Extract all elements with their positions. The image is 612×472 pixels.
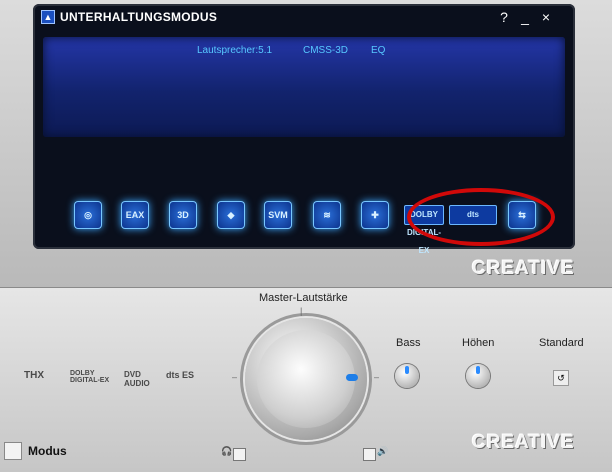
eax-icon[interactable]: EAX bbox=[121, 201, 149, 229]
standard-label: Standard bbox=[539, 337, 584, 349]
speaker-settings-icon[interactable]: ◎ bbox=[74, 201, 102, 229]
bass-label: Bass bbox=[396, 337, 421, 349]
headphone-icon: 🎧 bbox=[221, 446, 233, 456]
dts-es-logo: dts ES bbox=[166, 370, 195, 380]
speaker-icon: 🔊 bbox=[377, 446, 389, 456]
close-button[interactable]: × bbox=[537, 8, 555, 26]
wave-icon[interactable]: ◆ bbox=[217, 201, 245, 229]
info-display: Lautsprecher:5.1 CMSS-3D EQ bbox=[43, 37, 565, 137]
settings-icon[interactable]: ✚ bbox=[361, 201, 389, 229]
eq-icon[interactable]: ≋ bbox=[313, 201, 341, 229]
master-volume-label: Master-Lautstärke bbox=[259, 292, 348, 304]
window-title: UNTERHALTUNGSMODUS bbox=[60, 10, 218, 24]
help-button[interactable]: ? bbox=[495, 8, 513, 26]
svm-icon[interactable]: SVM bbox=[264, 201, 292, 229]
app-icon: ▲ bbox=[41, 10, 55, 24]
volume-tick: | bbox=[300, 306, 303, 316]
eq-status: EQ bbox=[371, 45, 386, 56]
speaker-toggle[interactable] bbox=[363, 448, 376, 461]
title-bar: ▲ UNTERHALTUNGSMODUS ? _ × bbox=[33, 4, 575, 30]
dolby-logo: DOLBY DIGITAL-EX bbox=[70, 370, 110, 384]
cmss-status: CMSS-3D bbox=[303, 45, 349, 56]
control-panel: THX DOLBY DIGITAL-EX DVD AUDIO dts ES Ma… bbox=[0, 288, 612, 472]
modus-button[interactable]: Modus bbox=[28, 444, 67, 458]
mode-screen: ▲ UNTERHALTUNGSMODUS ? _ × Lautsprecher:… bbox=[33, 4, 575, 255]
volume-tick: – bbox=[232, 372, 238, 382]
standard-button[interactable]: ↺ bbox=[553, 370, 569, 386]
bass-knob[interactable] bbox=[395, 364, 419, 388]
master-volume-indicator bbox=[346, 374, 358, 381]
top-panel: ▲ UNTERHALTUNGSMODUS ? _ × Lautsprecher:… bbox=[0, 0, 612, 288]
creative-logo-bottom: CREATIVE bbox=[472, 432, 575, 453]
treble-label: Höhen bbox=[462, 337, 495, 349]
mode-icon[interactable] bbox=[4, 442, 22, 460]
creative-logo-top: CREATIVE bbox=[472, 258, 575, 279]
minimize-button[interactable]: _ bbox=[516, 8, 534, 26]
treble-knob[interactable] bbox=[466, 364, 490, 388]
master-volume-knob-inner bbox=[257, 330, 355, 428]
thx-logo: THX bbox=[24, 370, 44, 381]
highlight-oval bbox=[407, 188, 555, 246]
dvd-audio-logo: DVD AUDIO bbox=[124, 370, 150, 388]
headphone-toggle[interactable] bbox=[233, 448, 246, 461]
speaker-status: Lautsprecher:5.1 bbox=[197, 45, 273, 56]
3d-icon[interactable]: 3D bbox=[169, 201, 197, 229]
volume-tick: – bbox=[374, 372, 380, 382]
